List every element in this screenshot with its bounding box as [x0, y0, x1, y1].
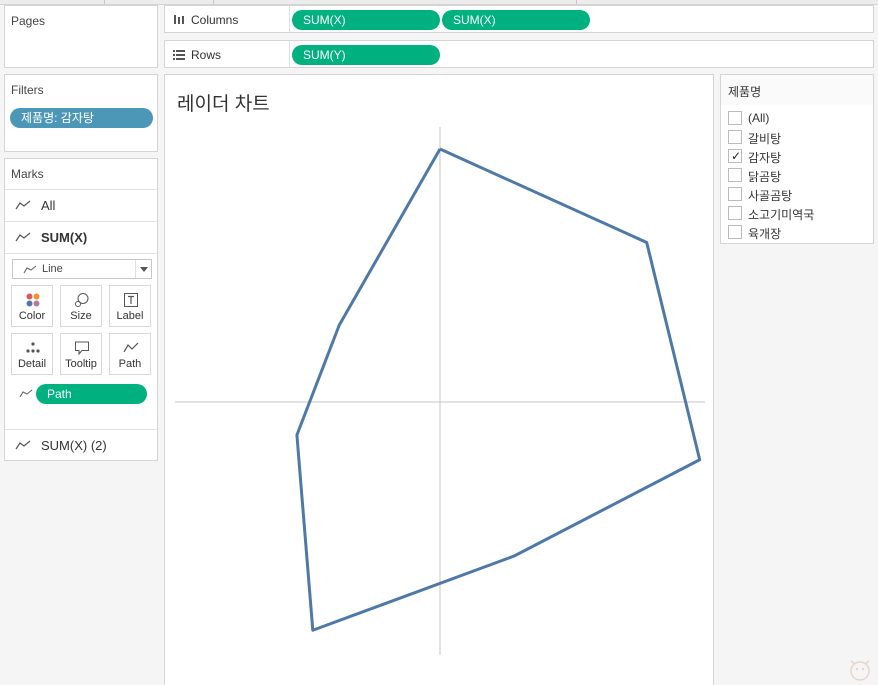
radar-vertex[interactable] — [336, 322, 342, 328]
path-button[interactable]: Path — [109, 333, 151, 375]
pages-card[interactable]: Pages — [4, 5, 158, 68]
checkbox[interactable]: ✓ — [728, 149, 742, 163]
marks-title: Marks — [11, 167, 44, 181]
tab-divider — [213, 0, 214, 4]
columns-icon — [174, 15, 184, 24]
filters-title: Filters — [11, 83, 44, 97]
line-mark-icon — [23, 265, 37, 274]
line-mark-icon — [15, 200, 31, 210]
marks-sumx2-label: SUM(X) (2) — [41, 438, 107, 453]
shelf-divider — [289, 6, 290, 32]
rows-pill-sumy[interactable]: SUM(Y) — [292, 45, 440, 65]
pages-title: Pages — [11, 14, 46, 28]
mark-type-dropdown[interactable]: Line — [12, 259, 152, 279]
checkbox[interactable] — [728, 225, 742, 239]
marks-row-all[interactable]: All — [5, 189, 157, 221]
filter-item-label: 갈비탕 — [748, 132, 782, 146]
line-mark-icon — [15, 232, 31, 242]
color-label: Color — [18, 310, 46, 322]
rows-shelf[interactable]: Rows SUM(Y) — [164, 40, 874, 68]
size-button[interactable]: Size — [60, 285, 102, 327]
check-icon: ✓ — [731, 149, 742, 163]
size-icon — [75, 293, 89, 307]
detail-icon — [26, 342, 40, 353]
label-label: Label — [116, 310, 144, 322]
watermark-icon — [850, 660, 870, 681]
mark-type-label: Line — [42, 263, 63, 275]
rows-icon — [173, 50, 185, 60]
radar-series-line[interactable] — [295, 147, 702, 632]
filter-pill-product[interactable]: 제품명: 감자탕 — [10, 108, 153, 128]
rows-label: Rows — [191, 48, 222, 62]
checkbox[interactable] — [728, 168, 742, 182]
path-label: Path — [118, 358, 142, 370]
radar-vertex[interactable] — [697, 457, 703, 463]
label-icon — [124, 293, 138, 307]
columns-label: Columns — [191, 13, 239, 27]
product-filter-card: 제품명 (All) 갈비탕 ✓ 감자탕닭곰탕사골곰탕소고기미역국육개장 — [720, 74, 874, 244]
filters-card[interactable]: Filters 제품명: 감자탕 — [4, 74, 158, 152]
marks-sumx-label: SUM(X) — [41, 230, 88, 245]
filter-item-label: 닭곰탕 — [748, 170, 782, 184]
radar-vertex[interactable] — [294, 432, 300, 438]
filter-item-label: 사골곰탕 — [748, 189, 793, 203]
viz-pane[interactable]: 레이더 차트 — [164, 74, 714, 685]
checkbox[interactable] — [728, 130, 742, 144]
filter-title: 제품명 — [728, 85, 762, 99]
radar-vertex[interactable] — [511, 553, 517, 559]
checkbox[interactable] — [728, 111, 742, 125]
marks-card: Marks All SUM(X) Line Color Size Label D… — [4, 158, 158, 461]
marks-all-label: All — [41, 198, 56, 213]
label-button[interactable]: Label — [109, 285, 151, 327]
shelf-divider — [289, 41, 290, 67]
tooltip-button[interactable]: Tooltip — [60, 333, 102, 375]
line-mark-icon — [15, 440, 31, 450]
tab-divider — [576, 0, 577, 4]
marks-row-sumx2[interactable]: SUM(X) (2) — [5, 429, 157, 461]
color-button[interactable]: Color — [11, 285, 53, 327]
columns-shelf[interactable]: Columns SUM(X) SUM(X) — [164, 5, 874, 33]
checkbox[interactable] — [728, 187, 742, 201]
filter-item-label: 육개장 — [748, 227, 782, 241]
marks-row-sumx[interactable]: SUM(X) — [5, 221, 157, 253]
filter-item-label: 소고기미역국 — [748, 208, 815, 222]
tableau-workspace: Pages Filters 제품명: 감자탕 Marks All SUM(X) … — [0, 0, 878, 685]
radar-vertex[interactable] — [644, 240, 650, 246]
tooltip-label: Tooltip — [65, 358, 97, 370]
path-pill[interactable]: Path — [36, 384, 147, 404]
detail-label: Detail — [17, 358, 47, 370]
filter-item-label: 감자탕 — [748, 151, 782, 165]
columns-pill-sumx-2[interactable]: SUM(X) — [442, 10, 590, 30]
checkbox[interactable] — [728, 206, 742, 220]
path-encoding-icon — [19, 389, 33, 398]
radar-chart[interactable] — [165, 75, 713, 685]
path-icon — [123, 342, 139, 353]
chevron-down-icon[interactable] — [135, 260, 151, 278]
size-label: Size — [70, 310, 92, 322]
color-icon — [26, 293, 40, 307]
filter-item-label: (All) — [748, 111, 770, 125]
radar-vertex[interactable] — [437, 146, 443, 152]
tooltip-icon — [75, 341, 89, 356]
path-pill-row — [5, 385, 35, 403]
radar-vertex[interactable] — [310, 627, 316, 633]
columns-pill-sumx[interactable]: SUM(X) — [292, 10, 440, 30]
tab-divider — [104, 0, 105, 4]
detail-button[interactable]: Detail — [11, 333, 53, 375]
